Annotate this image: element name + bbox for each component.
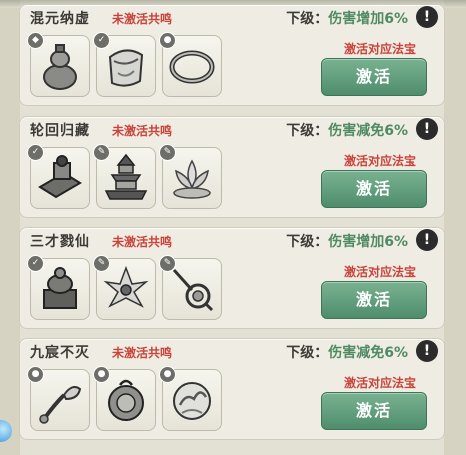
treasure-slot[interactable]: ✎ [159, 144, 222, 209]
treasure-slot[interactable]: ● [159, 32, 222, 97]
resonance-panel-lunhui: 轮回归藏 未激活共鸣 下级：伤害减免6% ! ✓ ✎ ✎ 激活对应法宝 激活 [19, 116, 445, 218]
seal-stamp-icon [38, 155, 82, 199]
treasure-slot[interactable]: ✓ [27, 255, 90, 320]
resonance-name: 三才戮仙 [30, 234, 90, 250]
treasure-slot[interactable]: ✓ [93, 32, 156, 97]
pagoda-icon [104, 153, 148, 200]
next-level-effect: 伤害减免6% [328, 123, 408, 139]
next-level-effect: 伤害增加6% [328, 234, 408, 250]
resonance-status: 未激活共鸣 [112, 124, 173, 138]
cloth-bag-icon [108, 49, 144, 87]
next-level-label: 下级： [286, 11, 329, 27]
next-level-text: 下级：伤害增加6% [286, 231, 408, 251]
ornate-scepter-icon [172, 268, 214, 312]
activate-button[interactable]: 激活 [321, 170, 427, 208]
activate-hint: 激活对应法宝 [343, 376, 416, 390]
next-level-label: 下级： [286, 345, 329, 361]
activate-button[interactable]: 激活 [321, 281, 427, 319]
treasure-slot[interactable]: ● [27, 366, 90, 431]
resonance-status: 未激活共鸣 [112, 235, 173, 249]
bracelet-ring-icon [169, 50, 215, 84]
activate-button[interactable]: 激活 [321, 58, 427, 96]
resonance-panel-jiuchen: 九宸不灭 未激活共鸣 下级：伤害减免6% ! ● ● ● 激活对应法宝 激活 [19, 338, 445, 440]
info-icon[interactable]: ! [416, 229, 438, 251]
next-level-label: 下级： [286, 123, 329, 139]
next-level-effect: 伤害增加6% [328, 11, 408, 27]
gourd-vase-icon [43, 44, 77, 90]
treasure-slot[interactable]: ✓ [27, 144, 90, 209]
lotus-icon [173, 159, 211, 199]
next-level-label: 下级： [286, 234, 329, 250]
resonance-name: 轮回归藏 [30, 123, 90, 139]
resonance-status: 未激活共鸣 [112, 346, 173, 360]
info-icon[interactable]: ! [416, 340, 438, 362]
next-level-text: 下级：伤害增加6% [286, 8, 408, 28]
info-icon[interactable]: ! [416, 118, 438, 140]
activate-button[interactable]: 激活 [321, 392, 427, 430]
resonance-name: 混元纳虚 [30, 11, 90, 27]
background-right-edge [444, 0, 466, 455]
resonance-panel-hunyuan: 混元纳虚 未激活共鸣 下级：伤害增加6% ! ◆ ✓ ● 激活对应法宝 激活 [19, 4, 445, 106]
resonance-panel-sancai: 三才戮仙 未激活共鸣 下级：伤害增加6% ! ✓ ✎ ✎ 激活对应法宝 激活 [19, 227, 445, 329]
activate-hint: 激活对应法宝 [343, 265, 416, 279]
activate-hint: 激活对应法宝 [343, 154, 416, 168]
resonance-status: 未激活共鸣 [112, 12, 173, 26]
activate-hint: 激活对应法宝 [343, 42, 416, 56]
treasure-slot[interactable]: ✎ [93, 255, 156, 320]
round-bell-icon [108, 379, 144, 421]
treasure-slot[interactable]: ● [159, 366, 222, 431]
info-icon[interactable]: ! [416, 6, 438, 28]
treasure-slot[interactable]: ✎ [93, 144, 156, 209]
treasure-slot[interactable]: ◆ [27, 32, 90, 97]
next-level-effect: 伤害减免6% [328, 345, 408, 361]
cloud-mirror-icon [173, 382, 211, 420]
treasure-slot[interactable]: ✎ [159, 255, 222, 320]
next-level-text: 下级：伤害减免6% [286, 342, 408, 362]
treasure-slot[interactable]: ● [93, 366, 156, 431]
jade-ruyi-icon [39, 386, 82, 424]
next-level-text: 下级：伤害减免6% [286, 120, 408, 140]
background-left-edge [0, 0, 20, 455]
feather-fan-icon [103, 265, 149, 308]
bronze-cauldron-icon [43, 267, 77, 309]
resonance-name: 九宸不灭 [30, 345, 90, 361]
